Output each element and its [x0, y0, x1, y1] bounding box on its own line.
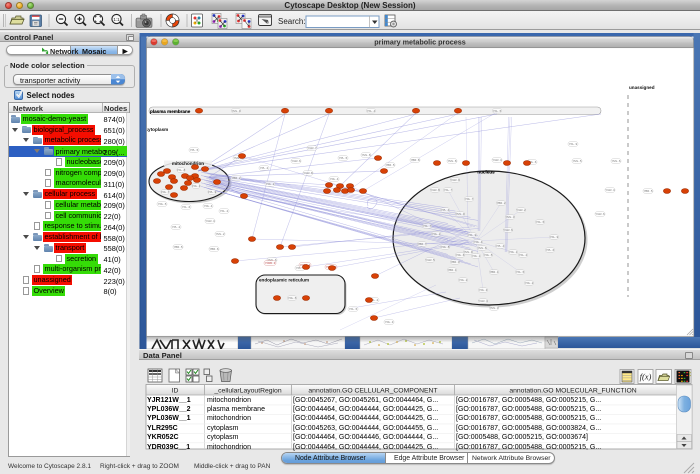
svg-text:YML..9: YML..9	[232, 109, 241, 113]
svg-text:YKL..7: YKL..7	[444, 188, 453, 192]
svg-text:YPL..4: YPL..4	[441, 208, 450, 212]
svg-text:YML..2: YML..2	[216, 232, 225, 236]
svg-text:YGR..4: YGR..4	[478, 299, 488, 303]
svg-text:YDL..4: YDL..4	[474, 240, 483, 244]
svg-text:YKL..5: YKL..5	[536, 220, 545, 224]
svg-text:YDL..7: YDL..7	[465, 197, 474, 201]
svg-text:YBR..1: YBR..1	[490, 270, 499, 274]
svg-text:YML..9: YML..9	[456, 212, 465, 216]
svg-text:YDL..5: YDL..5	[484, 253, 493, 257]
svg-text:YML..6: YML..6	[612, 159, 621, 163]
svg-text:YKL..8: YKL..8	[177, 168, 186, 172]
svg-text:YBR..3: YBR..3	[451, 260, 460, 264]
svg-text:YBR..6: YBR..6	[210, 247, 219, 251]
svg-text:YGR..5: YGR..5	[425, 258, 435, 262]
svg-text:YPL..6: YPL..6	[546, 248, 555, 252]
svg-text:YGR..4: YGR..4	[205, 219, 215, 223]
svg-text:annotation.GO CELLULAR_COMPONE: annotation.GO CELLULAR_COMPONENT	[308, 388, 437, 395]
svg-text:YDL..2: YDL..2	[266, 182, 275, 186]
svg-text:YDL..4: YDL..4	[204, 204, 213, 208]
svg-text:YML..6: YML..6	[478, 246, 487, 250]
svg-text:YBR..1: YBR..1	[448, 268, 457, 272]
svg-text:YDL..4: YDL..4	[330, 177, 339, 181]
svg-text:YML..5: YML..5	[573, 159, 582, 163]
svg-text:YPL..5: YPL..5	[339, 156, 348, 160]
svg-text:YDL..6: YDL..6	[456, 253, 465, 257]
svg-text:YKL..9: YKL..9	[468, 233, 477, 237]
svg-text:YKL..4: YKL..4	[367, 109, 376, 113]
svg-text:mitochondrion: mitochondrion	[172, 161, 204, 166]
svg-text:YBR..8: YBR..8	[411, 158, 420, 162]
svg-text:YDL..7: YDL..7	[161, 190, 170, 194]
svg-text:YGR..6: YGR..6	[503, 228, 513, 232]
svg-text:YBR..2: YBR..2	[232, 176, 241, 180]
svg-text:YGR..4: YGR..4	[492, 158, 502, 162]
svg-text:_cellularLayoutRegion: _cellularLayoutRegion	[213, 388, 281, 395]
svg-text:YKL..5: YKL..5	[493, 109, 502, 113]
svg-text:YBR..2: YBR..2	[497, 201, 506, 205]
svg-text:YPL..4: YPL..4	[496, 244, 505, 248]
svg-text:YML..8: YML..8	[362, 153, 371, 157]
svg-text:YDL..1: YDL..1	[509, 250, 518, 254]
svg-text:YDR0..3: YDR0..3	[265, 261, 276, 265]
svg-text:YDL..3: YDL..3	[479, 288, 488, 292]
svg-text:YGR..9: YGR..9	[450, 178, 460, 182]
svg-text:YGR..6: YGR..6	[595, 212, 605, 216]
svg-text:YDL..3: YDL..3	[192, 184, 201, 188]
svg-text:YBR..7: YBR..7	[418, 242, 427, 246]
svg-text:YKL..2: YKL..2	[220, 209, 229, 213]
svg-text:YGR..2: YGR..2	[516, 208, 526, 212]
svg-text:YBR..5: YBR..5	[644, 189, 653, 193]
svg-text:YGR..8: YGR..8	[430, 188, 440, 192]
svg-text:YGR..7: YGR..7	[307, 146, 317, 150]
svg-text:YML..8: YML..8	[448, 159, 457, 163]
svg-text:annotation.GO MOLECULAR_FUNCTI: annotation.GO MOLECULAR_FUNCTION	[509, 388, 636, 395]
svg-text:YPL..2: YPL..2	[260, 166, 269, 170]
svg-text:YKL..7: YKL..7	[423, 224, 432, 228]
svg-text:YDL..5: YDL..5	[158, 202, 167, 206]
svg-text:endoplasmic reticulum: endoplasmic reticulum	[259, 278, 309, 283]
svg-text:YKL..5: YKL..5	[349, 307, 358, 311]
svg-text:Search:: Search:	[278, 17, 306, 26]
svg-text:YKL..9: YKL..9	[569, 142, 578, 146]
svg-text:f(x): f(x)	[640, 371, 652, 381]
svg-text:YKL..2: YKL..2	[519, 253, 528, 257]
svg-text:YDL..8: YDL..8	[441, 245, 450, 249]
svg-text:YPL..2: YPL..2	[172, 225, 181, 229]
svg-text:YGR..8: YGR..8	[303, 171, 313, 175]
svg-text:YML..3: YML..3	[506, 215, 515, 219]
svg-text:YKL..5: YKL..5	[516, 270, 525, 274]
svg-text:YGR..4: YGR..4	[605, 188, 615, 192]
svg-text:unassigned: unassigned	[629, 85, 655, 90]
svg-text:YDL..5: YDL..5	[288, 296, 297, 300]
svg-text:YBR..5: YBR..5	[386, 163, 395, 167]
svg-text:YPL..5: YPL..5	[190, 148, 199, 152]
svg-text:YML..3: YML..3	[490, 306, 499, 310]
svg-text:YKL..6: YKL..6	[182, 205, 191, 209]
svg-text:cytoplasm: cytoplasm	[146, 127, 169, 132]
svg-text:YDL..2: YDL..2	[432, 232, 441, 236]
svg-text:YKL..9: YKL..9	[550, 235, 559, 239]
svg-text:YGR..6: YGR..6	[291, 159, 301, 163]
svg-text:YDL..1: YDL..1	[472, 254, 481, 258]
svg-text:primary metabolic process: primary metabolic process	[374, 38, 465, 47]
svg-text:YDL..2: YDL..2	[459, 278, 468, 282]
svg-text:YDL..2: YDL..2	[525, 281, 534, 285]
svg-text:ID: ID	[172, 388, 179, 395]
svg-text:YBR..5: YBR..5	[174, 245, 183, 249]
svg-text:YPL..9: YPL..9	[208, 190, 217, 194]
svg-text:YDL..3: YDL..3	[385, 320, 394, 324]
svg-text:nucleus: nucleus	[477, 170, 495, 175]
svg-text:plasma membrane: plasma membrane	[150, 109, 191, 114]
